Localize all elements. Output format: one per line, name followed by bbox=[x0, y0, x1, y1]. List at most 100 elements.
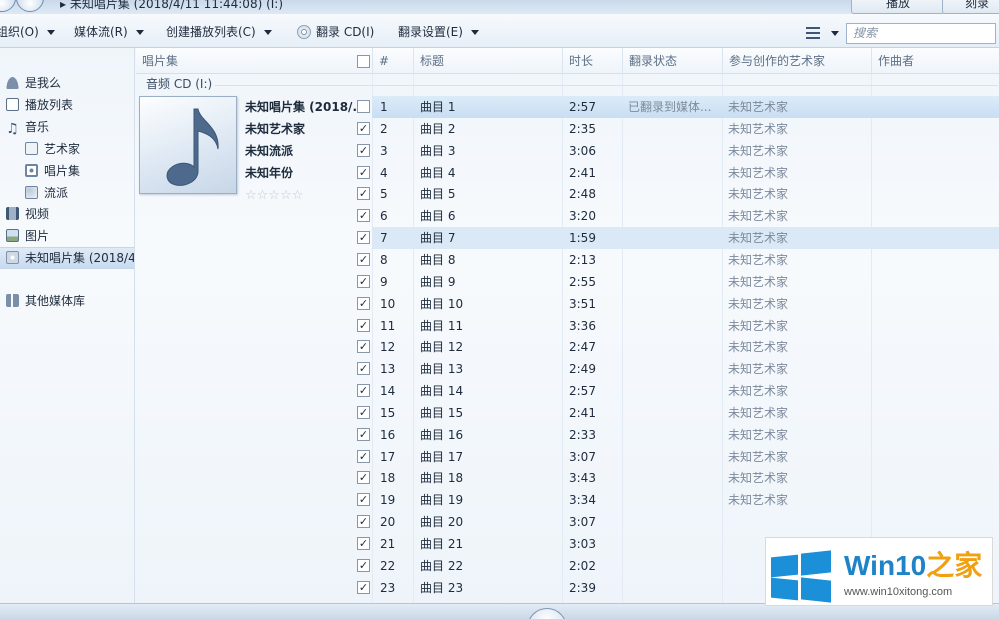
back-button[interactable] bbox=[0, 0, 16, 12]
album-genre[interactable]: 未知流派 bbox=[245, 142, 293, 159]
column-header-composer[interactable]: 作曲者 bbox=[871, 48, 999, 74]
nav-item-video[interactable]: 视频 bbox=[6, 204, 134, 224]
tab-burn[interactable]: 刻录 bbox=[942, 0, 999, 14]
album-art[interactable] bbox=[139, 96, 237, 194]
table-row[interactable]: 9 曲目 9 2:55 未知艺术家 bbox=[372, 271, 999, 293]
track-checkbox[interactable]: ✓ bbox=[357, 144, 370, 157]
track-number: 15 bbox=[380, 406, 396, 420]
track-checkbox[interactable]: ✓ bbox=[357, 253, 370, 266]
organize-menu[interactable]: 组织(O) bbox=[0, 23, 55, 41]
track-checkbox[interactable]: ✓ bbox=[357, 493, 370, 506]
track-checkbox[interactable]: ✓ bbox=[357, 297, 370, 310]
nav-label: 音乐 bbox=[25, 120, 50, 134]
table-row[interactable]: 10 曲目 10 3:51 未知艺术家 bbox=[372, 293, 999, 315]
table-row[interactable]: 1 曲目 1 2:57 已翻录到媒体... 未知艺术家 bbox=[372, 96, 999, 118]
column-header-album[interactable]: 唱片集 bbox=[136, 48, 372, 74]
view-options-chevron-icon[interactable] bbox=[831, 31, 839, 36]
track-number: 17 bbox=[380, 450, 396, 464]
track-title: 曲目 23 bbox=[420, 581, 464, 595]
table-row[interactable]: 2 曲目 2 2:35 未知艺术家 bbox=[372, 118, 999, 140]
table-row[interactable]: 13 曲目 13 2:49 未知艺术家 bbox=[372, 358, 999, 380]
table-row[interactable]: 5 曲目 5 2:48 未知艺术家 bbox=[372, 183, 999, 205]
select-all-checkbox[interactable] bbox=[357, 55, 370, 68]
nav-item-artist[interactable]: 艺术家 bbox=[25, 139, 134, 159]
track-checkbox[interactable] bbox=[357, 100, 370, 113]
nav-item-other-libraries[interactable]: 其他媒体库 bbox=[6, 291, 134, 311]
table-row[interactable]: 16 曲目 16 2:33 未知艺术家 bbox=[372, 424, 999, 446]
track-checkbox[interactable]: ✓ bbox=[357, 187, 370, 200]
table-row[interactable]: 8 曲目 8 2:13 未知艺术家 bbox=[372, 249, 999, 271]
table-row[interactable]: 6 曲目 6 3:20 未知艺术家 bbox=[372, 205, 999, 227]
chevron-down-icon bbox=[135, 30, 144, 35]
track-checkbox[interactable]: ✓ bbox=[357, 559, 370, 572]
track-checkbox[interactable]: ✓ bbox=[357, 340, 370, 353]
column-header-rip-status[interactable]: 翻录状态 bbox=[622, 48, 722, 74]
track-checkbox[interactable]: ✓ bbox=[357, 515, 370, 528]
track-number: 18 bbox=[380, 471, 396, 485]
album-artist[interactable]: 未知艺术家 bbox=[245, 120, 305, 137]
column-header-title[interactable]: 标题 bbox=[413, 48, 562, 74]
track-checkbox[interactable]: ✓ bbox=[357, 231, 370, 244]
table-row[interactable]: 18 曲目 18 3:43 未知艺术家 bbox=[372, 467, 999, 489]
table-row[interactable]: 17 曲目 17 3:07 未知艺术家 bbox=[372, 446, 999, 468]
nav-item-user[interactable]: 是我么 bbox=[6, 73, 134, 93]
table-row[interactable]: 14 曲目 14 2:57 未知艺术家 bbox=[372, 380, 999, 402]
track-checkbox[interactable]: ✓ bbox=[357, 581, 370, 594]
playlist-icon bbox=[6, 98, 19, 111]
track-checkbox[interactable]: ✓ bbox=[357, 166, 370, 179]
track-length: 3:06 bbox=[569, 144, 596, 158]
table-row[interactable]: 4 曲目 4 2:41 未知艺术家 bbox=[372, 162, 999, 184]
create-playlist-menu[interactable]: 创建播放列表(C) bbox=[166, 23, 272, 41]
rip-cd-button[interactable]: 翻录 CD(I) bbox=[297, 23, 374, 41]
table-row[interactable]: 7 曲目 7 1:59 未知艺术家 bbox=[372, 227, 999, 249]
search-input[interactable]: 搜索 bbox=[846, 23, 996, 44]
table-row[interactable]: 20 曲目 20 3:07 bbox=[372, 511, 999, 533]
breadcrumb[interactable]: ▸ 未知唱片集 (2018/4/11 11:44:08) (I:) bbox=[60, 0, 283, 12]
rating-stars[interactable]: ☆☆☆☆☆ bbox=[245, 188, 303, 203]
track-title: 曲目 6 bbox=[420, 209, 456, 223]
track-checkbox[interactable]: ✓ bbox=[357, 122, 370, 135]
track-checkbox[interactable]: ✓ bbox=[357, 319, 370, 332]
track-checkbox[interactable]: ✓ bbox=[357, 209, 370, 222]
track-checkbox[interactable]: ✓ bbox=[357, 384, 370, 397]
track-checkbox[interactable]: ✓ bbox=[357, 275, 370, 288]
album-title[interactable]: 未知唱片集 (2018/... bbox=[245, 98, 366, 115]
track-checkbox[interactable]: ✓ bbox=[357, 537, 370, 550]
table-row[interactable]: 19 曲目 19 3:34 未知艺术家 bbox=[372, 489, 999, 511]
track-artist: 未知艺术家 bbox=[728, 319, 789, 333]
table-row[interactable]: 3 曲目 3 3:06 未知艺术家 bbox=[372, 140, 999, 162]
table-row[interactable]: 11 曲目 11 3:36 未知艺术家 bbox=[372, 315, 999, 337]
stream-menu[interactable]: 媒体流(R) bbox=[74, 23, 144, 41]
track-checkbox[interactable]: ✓ bbox=[357, 471, 370, 484]
group-header[interactable]: 音频 CD (I:) bbox=[146, 76, 212, 92]
column-header-length[interactable]: 时长 bbox=[562, 48, 622, 74]
track-title: 曲目 22 bbox=[420, 559, 464, 573]
view-options-icon[interactable] bbox=[806, 27, 820, 39]
album-year[interactable]: 未知年份 bbox=[245, 164, 293, 181]
other-library-icon bbox=[6, 294, 19, 307]
track-checkbox[interactable]: ✓ bbox=[357, 362, 370, 375]
play-button[interactable] bbox=[527, 608, 567, 619]
nav-item-cd[interactable]: 未知唱片集 (2018/4 bbox=[0, 247, 134, 269]
nav-item-album[interactable]: 唱片集 bbox=[25, 161, 134, 181]
track-checkbox[interactable]: ✓ bbox=[357, 450, 370, 463]
toolbar: 组织(O) 媒体流(R) 创建播放列表(C) 翻录 CD(I) 翻录设置(E) … bbox=[0, 14, 999, 48]
rip-settings-menu[interactable]: 翻录设置(E) bbox=[398, 23, 479, 41]
track-checkbox[interactable]: ✓ bbox=[357, 406, 370, 419]
table-row[interactable]: 15 曲目 15 2:41 未知艺术家 bbox=[372, 402, 999, 424]
track-length: 2:48 bbox=[569, 187, 596, 201]
forward-button[interactable] bbox=[16, 0, 44, 12]
track-title: 曲目 16 bbox=[420, 428, 464, 442]
title-bar: ▸ 未知唱片集 (2018/4/11 11:44:08) (I:) 播放 刻录 bbox=[0, 0, 999, 14]
tab-play[interactable]: 播放 bbox=[851, 0, 945, 14]
nav-item-playlists[interactable]: 播放列表 bbox=[6, 95, 134, 115]
column-header-contributing-artist[interactable]: 参与创作的艺术家 bbox=[722, 48, 871, 74]
table-row[interactable]: 12 曲目 12 2:47 未知艺术家 bbox=[372, 336, 999, 358]
stream-label: 媒体流(R) bbox=[74, 25, 128, 39]
nav-item-pictures[interactable]: 图片 bbox=[6, 226, 134, 246]
nav-item-genre[interactable]: 流派 bbox=[25, 183, 134, 203]
track-length: 3:36 bbox=[569, 319, 596, 333]
track-checkbox[interactable]: ✓ bbox=[357, 428, 370, 441]
column-header-number[interactable]: # bbox=[372, 48, 413, 74]
nav-item-music[interactable]: ♫ 音乐 bbox=[6, 117, 134, 137]
